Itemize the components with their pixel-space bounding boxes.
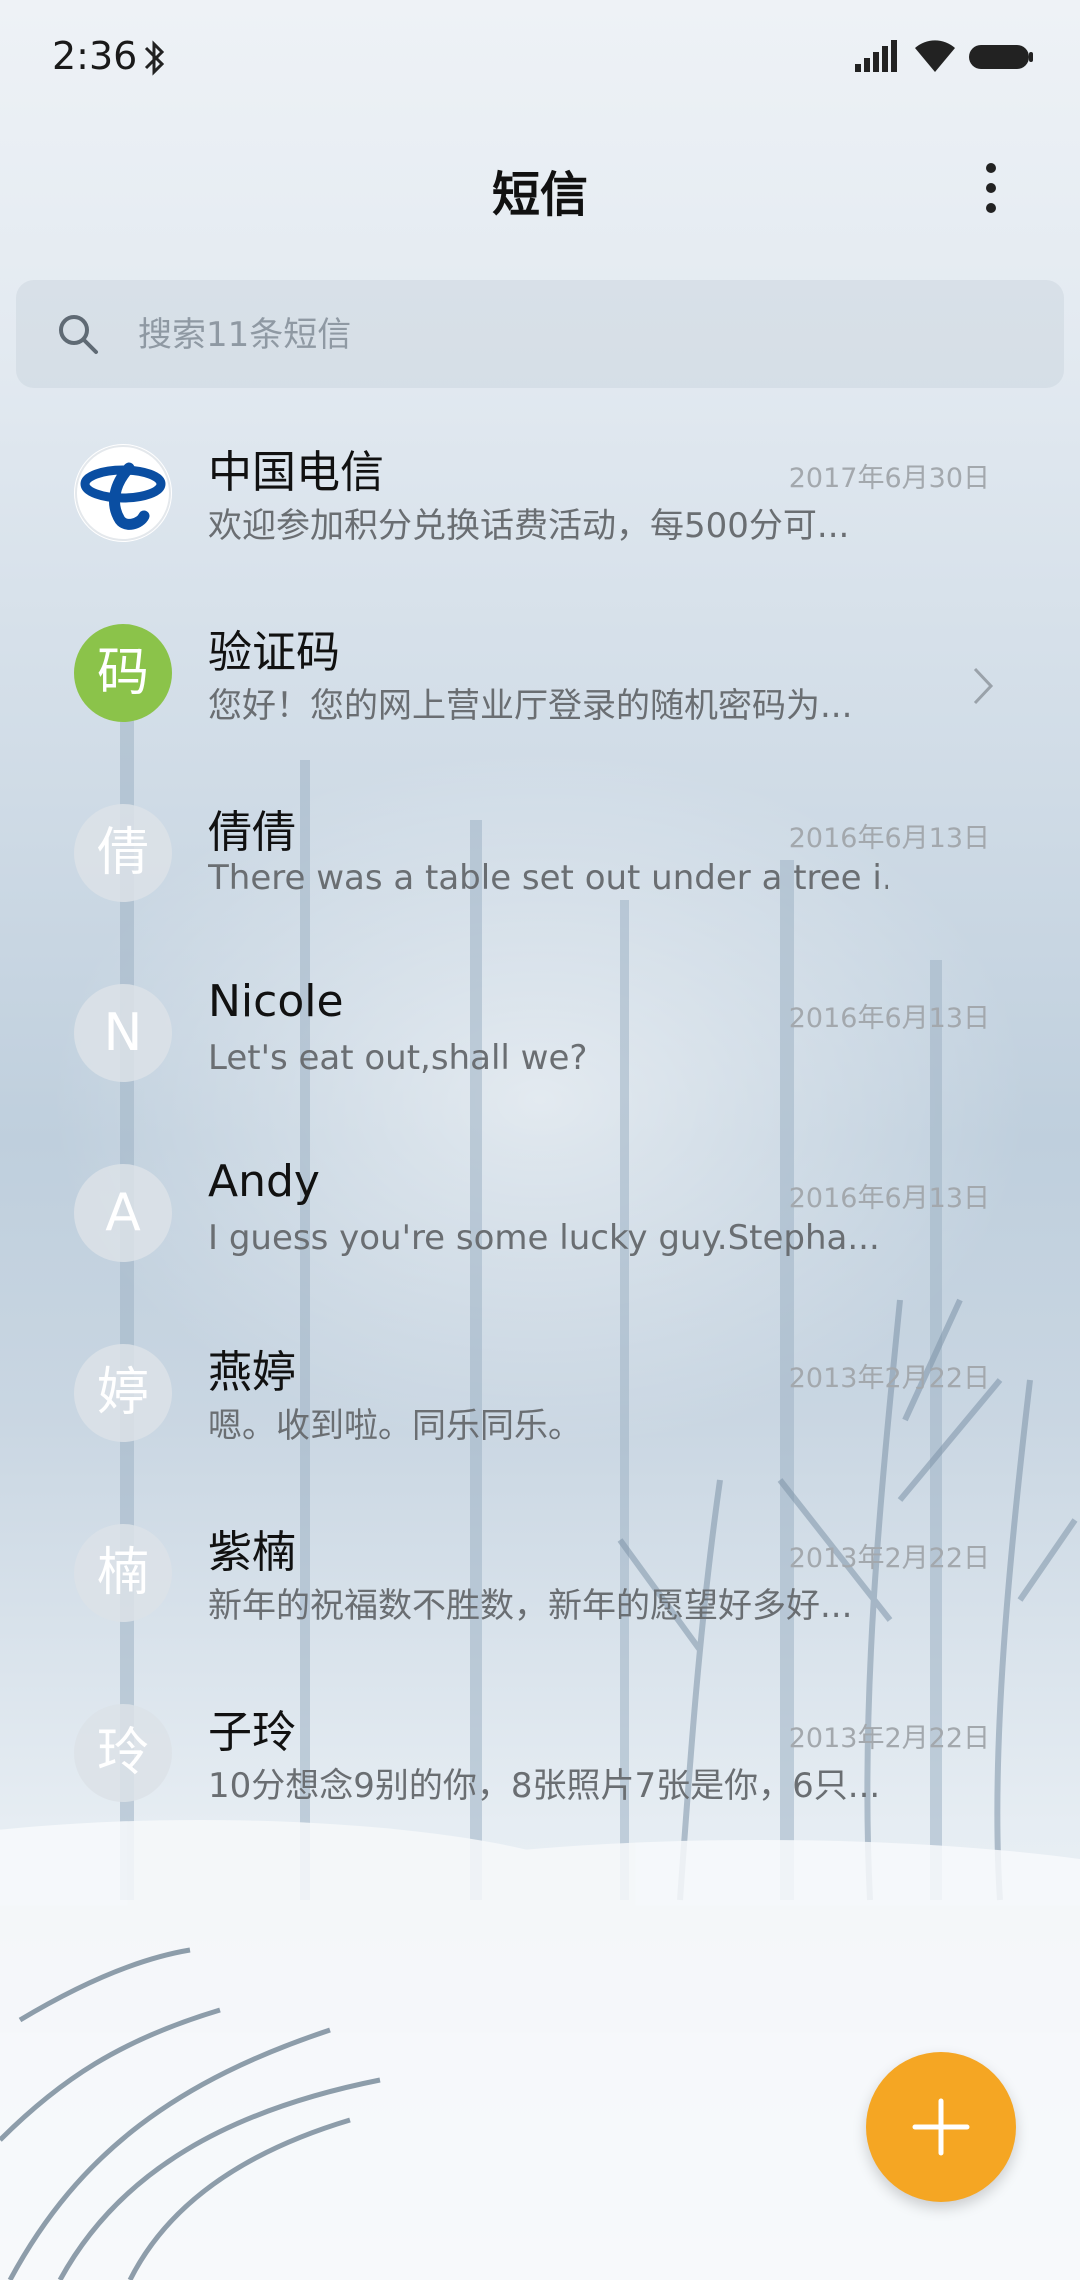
message-preview: 欢迎参加积分兑换话费活动，每500分可... (208, 506, 850, 546)
message-date: 2017年6月30日 (788, 463, 990, 494)
conversation-item[interactable]: 码 验证码 您好！您的网上营业厅登录的随机密码为... (0, 600, 1080, 780)
message-date: 2016年6月13日 (788, 1183, 990, 1214)
message-date: 2013年2月22日 (788, 1723, 990, 1754)
conversation-item[interactable]: 玲 子玲 2013年2月22日 10分想念9别的你，8张照片7张是你，6只... (0, 1680, 1080, 1860)
avatar: N (74, 984, 172, 1082)
contact-name: 验证码 (208, 627, 340, 678)
avatar: A (74, 1164, 172, 1262)
contact-name: 中国电信 (208, 447, 384, 498)
conversation-item[interactable]: 中国电信 2017年6月30日 欢迎参加积分兑换话费活动，每500分可... (0, 420, 1080, 600)
conversation-item[interactable]: N Nicole 2016年6月13日 Let's eat out,shall … (0, 960, 1080, 1140)
page-title: 短信 (491, 167, 588, 223)
conversation-item[interactable]: A Andy 2016年6月13日 I guess you're some lu… (0, 1140, 1080, 1320)
avatar: 倩 (74, 804, 172, 902)
contact-name: Andy (208, 1156, 320, 1207)
chevron-right-icon (973, 667, 994, 705)
search-input[interactable] (138, 310, 1018, 360)
status-bar: 2:36 (0, 0, 1080, 120)
wifi-icon (915, 40, 955, 72)
avatar: 码 (74, 624, 172, 722)
avatar: 婷 (74, 1344, 172, 1442)
message-preview: 新年的祝福数不胜数，新年的愿望好多好... (208, 1586, 853, 1626)
message-date: 2013年2月22日 (788, 1543, 990, 1574)
new-message-button[interactable] (866, 2052, 1016, 2202)
avatar (74, 444, 172, 542)
search-bar[interactable] (16, 280, 1064, 388)
avatar: 玲 (74, 1704, 172, 1802)
conversation-item[interactable]: 倩 倩倩 2016年6月13日 There was a table set ou… (0, 780, 1080, 960)
status-time: 2:36 (52, 34, 138, 78)
message-preview: There was a table set out under a tree i… (208, 858, 888, 898)
search-icon (59, 315, 98, 354)
message-preview: 嗯。收到啦。同乐同乐。 (208, 1406, 582, 1446)
contact-name: 子玲 (208, 1707, 296, 1758)
message-date: 2013年2月22日 (788, 1363, 990, 1394)
contact-name: 紫楠 (208, 1527, 296, 1578)
message-preview: 您好！您的网上营业厅登录的随机密码为... (208, 686, 853, 726)
battery-icon (969, 45, 1033, 69)
message-preview: Let's eat out,shall we? (208, 1038, 588, 1078)
plus-icon (912, 2098, 970, 2156)
bluetooth-icon (144, 40, 165, 76)
cellular-signal-icon (855, 40, 897, 72)
message-date: 2016年6月13日 (788, 1003, 990, 1034)
message-preview: I guess you're some lucky guy.Stepha... (208, 1218, 880, 1258)
message-date: 2016年6月13日 (788, 823, 990, 854)
more-options-icon[interactable] (978, 160, 1004, 216)
china-telecom-logo-icon (75, 445, 171, 541)
contact-name: Nicole (208, 976, 344, 1027)
conversation-item[interactable]: 楠 紫楠 2013年2月22日 新年的祝福数不胜数，新年的愿望好多好... (0, 1500, 1080, 1680)
avatar: 楠 (74, 1524, 172, 1622)
message-preview: 10分想念9别的你，8张照片7张是你，6只... (208, 1766, 881, 1806)
contact-name: 燕婷 (208, 1347, 296, 1398)
contact-name: 倩倩 (208, 807, 296, 858)
conversation-item[interactable]: 婷 燕婷 2013年2月22日 嗯。收到啦。同乐同乐。 (0, 1320, 1080, 1500)
